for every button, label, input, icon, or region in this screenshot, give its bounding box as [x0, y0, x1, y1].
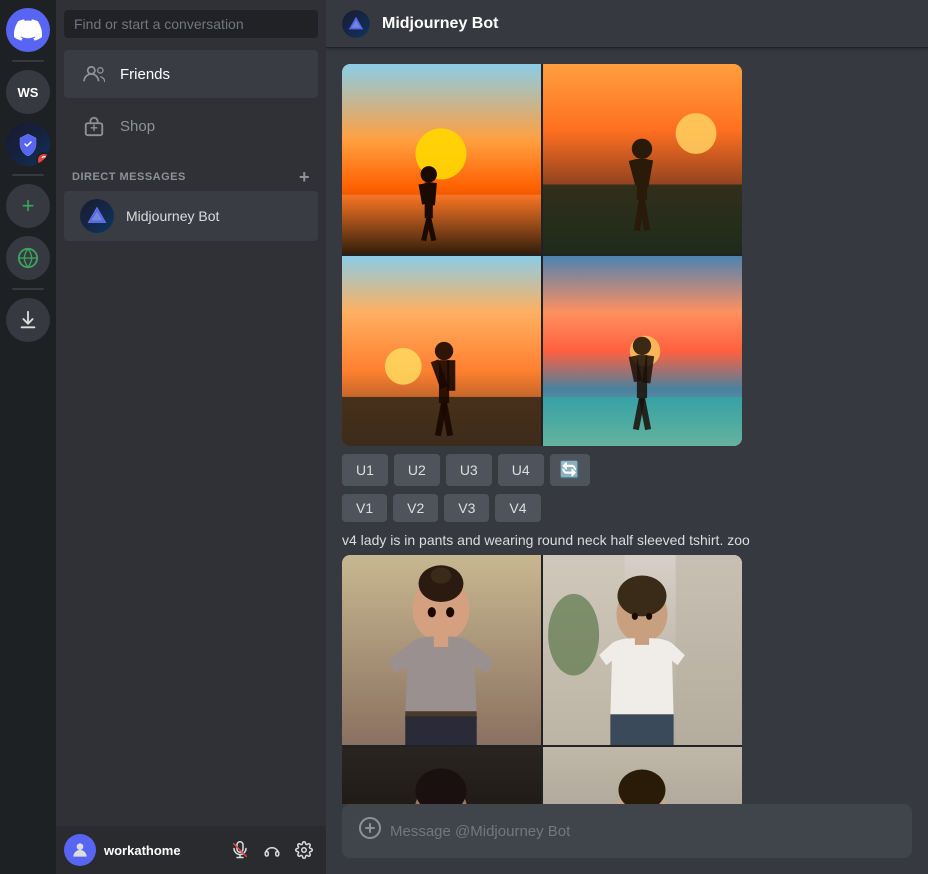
message-1: U1 U2 U3 U4 🔄 V1 V2 V3 V4	[342, 64, 912, 522]
add-dm-button[interactable]: +	[299, 168, 310, 186]
image-grid-1	[342, 64, 742, 446]
dm-section-label: DIRECT MESSAGES	[72, 171, 186, 183]
image-tshirt-2	[543, 555, 742, 745]
dm-section-header: DIRECT MESSAGES +	[56, 152, 326, 190]
u3-button[interactable]: U3	[446, 454, 492, 486]
add-label: +	[22, 193, 35, 219]
image-sunset-3	[342, 256, 541, 446]
server-icon-ws[interactable]: WS	[6, 70, 50, 114]
server-divider	[12, 60, 44, 62]
u1-button[interactable]: U1	[342, 454, 388, 486]
u4-button[interactable]: U4	[498, 454, 544, 486]
v2-button[interactable]: V2	[393, 494, 438, 522]
message-text-2: v4 lady is in pants and wearing round ne…	[342, 530, 842, 551]
nav-item-friends[interactable]: Friends	[64, 50, 318, 98]
nav-item-shop[interactable]: Shop	[64, 102, 318, 150]
server-sidebar: WS 2 +	[0, 0, 56, 874]
image-sunset-4	[543, 256, 742, 446]
server-icon-server1[interactable]: 2	[6, 122, 50, 166]
friends-icon	[80, 60, 108, 88]
user-area: workathome	[56, 826, 326, 874]
image-tshirt-1	[342, 555, 541, 745]
server1-badge: 2	[36, 152, 50, 166]
mute-button[interactable]	[226, 836, 254, 864]
server-divider-3	[12, 288, 44, 290]
refresh-button[interactable]: 🔄	[550, 454, 590, 486]
chat-header-name: Midjourney Bot	[382, 15, 498, 33]
chat-messages[interactable]: U1 U2 U3 U4 🔄 V1 V2 V3 V4 v4 lady is in …	[326, 48, 928, 804]
server-icon-discord[interactable]	[6, 8, 50, 52]
v4-button[interactable]: V4	[495, 494, 540, 522]
chat-input-area	[326, 804, 928, 874]
image-tshirt-4	[543, 747, 742, 804]
header-bot-avatar	[342, 10, 370, 38]
refresh-icon: 🔄	[560, 460, 580, 480]
deafen-button[interactable]	[258, 836, 286, 864]
search-bar-container	[56, 0, 326, 48]
chat-message-input[interactable]	[390, 811, 896, 852]
chat-area: Midjourney Bot	[326, 0, 928, 874]
settings-button[interactable]	[290, 836, 318, 864]
user-info: workathome	[104, 843, 218, 858]
server-icon-explore[interactable]	[6, 236, 50, 280]
image-tshirt-3	[342, 747, 541, 804]
chat-header-avatar	[342, 10, 370, 38]
chat-header: Midjourney Bot	[326, 0, 928, 48]
v1-button[interactable]: V1	[342, 494, 387, 522]
user-avatar	[64, 834, 96, 866]
v-buttons-row: V1 V2 V3 V4	[342, 494, 742, 522]
server-icon-add[interactable]: +	[6, 184, 50, 228]
midjourney-bot-avatar	[80, 199, 114, 233]
server-divider-2	[12, 174, 44, 176]
add-attachment-button[interactable]	[358, 804, 382, 858]
search-input-wrapper[interactable]	[64, 10, 318, 38]
mj-avatar-graphic	[80, 199, 114, 233]
dm-item-midjourney[interactable]: Midjourney Bot	[64, 191, 318, 241]
u2-button[interactable]: U2	[394, 454, 440, 486]
username: workathome	[104, 843, 218, 858]
message-2: v4 lady is in pants and wearing round ne…	[342, 530, 912, 804]
server-icon-download[interactable]	[6, 298, 50, 342]
chat-input-wrapper	[342, 804, 912, 858]
dm-sidebar: Friends Shop DIRECT MESSAGES + Midjourn	[56, 0, 326, 874]
image-grid-2	[342, 555, 742, 804]
user-actions	[226, 836, 318, 864]
search-input[interactable]	[74, 16, 308, 32]
image-sunset-2	[543, 64, 742, 254]
image-grid-sunset	[342, 64, 742, 446]
ws-label: WS	[18, 85, 39, 100]
image-sunset-1	[342, 64, 541, 254]
u-buttons-row: U1 U2 U3 U4 🔄	[342, 454, 742, 486]
shop-label: Shop	[120, 118, 155, 135]
image-grid-tshirt	[342, 555, 742, 804]
v3-button[interactable]: V3	[444, 494, 489, 522]
shop-icon	[80, 112, 108, 140]
midjourney-bot-name: Midjourney Bot	[126, 208, 219, 224]
friends-label: Friends	[120, 66, 170, 83]
